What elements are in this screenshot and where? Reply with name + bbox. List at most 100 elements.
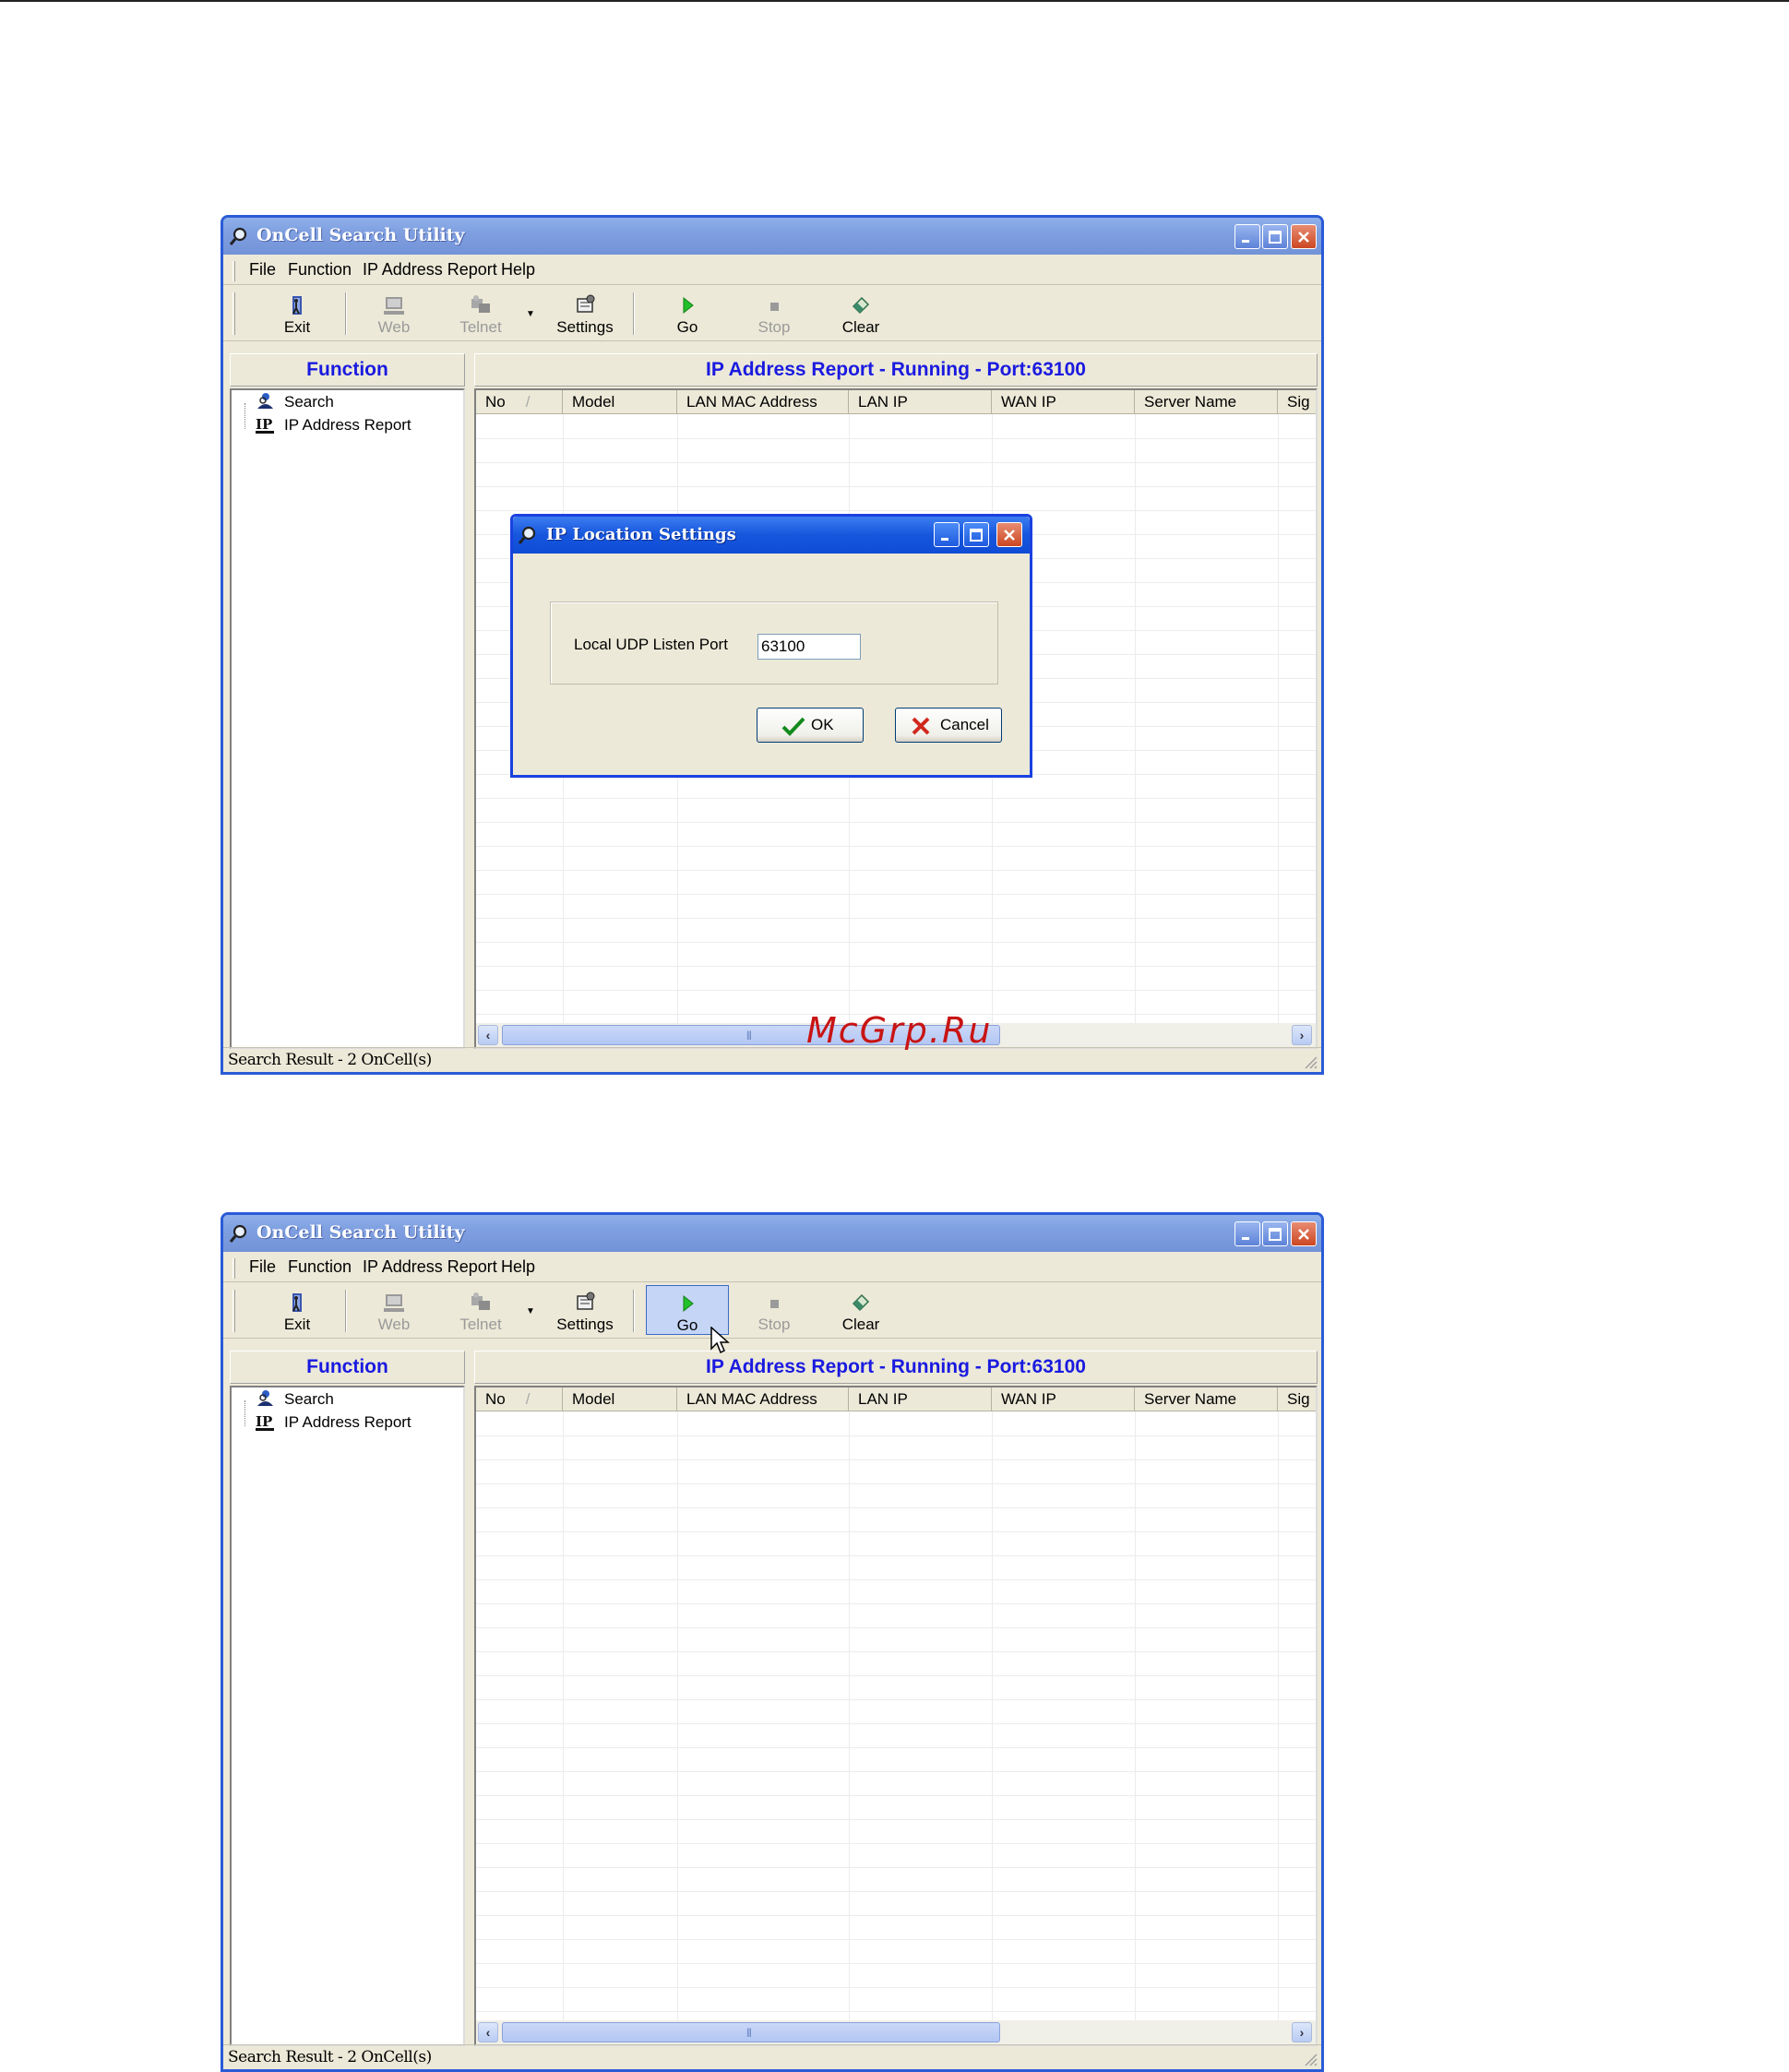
scroll-right-arrow-icon[interactable]: ›	[1292, 2022, 1312, 2042]
dialog-maximize-button[interactable]	[963, 522, 989, 547]
settings-icon	[577, 294, 595, 313]
telnet-icon	[471, 1292, 490, 1310]
watermark: McGrp.Ru	[806, 1010, 993, 1051]
minimize-button[interactable]	[1234, 1221, 1260, 1246]
scroll-left-arrow-icon[interactable]: ‹	[478, 1025, 498, 1045]
column-header-server-name[interactable]: Server Name	[1135, 390, 1278, 414]
maximize-button[interactable]	[1262, 224, 1288, 249]
go-button[interactable]: Go	[646, 288, 729, 338]
grid-row-line	[476, 1795, 1316, 1796]
telnet-button[interactable]: Telnet	[439, 1285, 522, 1335]
column-header-server-name[interactable]: Server Name	[1135, 1387, 1278, 1411]
ok-button[interactable]: OK	[757, 708, 864, 743]
dialog-close-button[interactable]	[996, 522, 1022, 547]
grid-row-line	[476, 1459, 1316, 1460]
mouse-cursor-icon	[710, 1327, 730, 1354]
title-bar[interactable]: OnCell Search Utility	[223, 1215, 1321, 1252]
grid-row-line	[476, 870, 1316, 871]
toolbar: Exit Web Telnet ▼ Settings Go Stop Clear	[223, 1282, 1321, 1339]
column-header-wan-ip[interactable]: WAN IP	[992, 390, 1135, 414]
tree-item-search-label: Search	[284, 393, 334, 411]
svg-text:IP: IP	[256, 416, 272, 433]
settings-button[interactable]: Settings	[543, 288, 626, 338]
telnet-icon	[471, 295, 490, 313]
web-label: Web	[377, 1316, 411, 1333]
column-label-sig: Sig	[1287, 393, 1310, 411]
column-header-lan-mac[interactable]: LAN MAC Address	[677, 1387, 849, 1411]
window-title: OnCell Search Utility	[256, 225, 465, 245]
close-button[interactable]	[1291, 224, 1317, 249]
status-bar: Search Result - 2 OnCell(s)	[223, 2044, 1321, 2069]
menu-ip-address-report[interactable]: IP Address Report	[363, 1257, 497, 1277]
grid-column-line	[1278, 414, 1279, 1023]
column-header-model[interactable]: Model	[563, 390, 677, 414]
settings-icon	[577, 1292, 595, 1310]
telnet-dropdown-arrow-icon[interactable]: ▼	[526, 309, 535, 319]
dialog-title-bar[interactable]: IP Location Settings	[513, 517, 1030, 554]
menu-ip-address-report[interactable]: IP Address Report	[363, 260, 497, 280]
column-header-wan-ip[interactable]: WAN IP	[992, 1387, 1135, 1411]
ip-icon: IP	[256, 1413, 274, 1431]
exit-label: Exit	[283, 1316, 311, 1333]
grid-row-line	[476, 846, 1316, 847]
column-header-lan-ip[interactable]: LAN IP	[849, 390, 992, 414]
column-header-no[interactable]: No /	[476, 1387, 563, 1411]
clear-button[interactable]: Clear	[819, 1285, 902, 1335]
function-panel-header: Function	[230, 353, 465, 387]
web-button[interactable]: Web	[352, 1285, 435, 1335]
resize-grip-icon[interactable]	[1303, 2052, 1318, 2066]
go-label: Go	[676, 318, 698, 336]
column-header-lan-ip[interactable]: LAN IP	[849, 1387, 992, 1411]
column-header-model[interactable]: Model	[563, 1387, 677, 1411]
clear-button[interactable]: Clear	[819, 288, 902, 338]
menu-grip	[233, 1258, 235, 1279]
menu-bar: File Function IP Address Report Help	[223, 1252, 1321, 1282]
column-label-sig: Sig	[1287, 1390, 1310, 1408]
search-magnifier-icon	[518, 526, 536, 544]
menu-function[interactable]: Function	[288, 1257, 352, 1277]
column-header-sig[interactable]: Sig	[1278, 390, 1316, 414]
clear-eraser-icon	[852, 296, 870, 315]
menu-help[interactable]: Help	[501, 260, 535, 280]
minimize-icon	[941, 538, 948, 541]
scroll-left-arrow-icon[interactable]: ‹	[478, 2022, 498, 2042]
exit-button[interactable]: Exit	[256, 288, 339, 338]
title-bar[interactable]: OnCell Search Utility	[223, 218, 1321, 255]
column-header-no[interactable]: No /	[476, 390, 563, 414]
telnet-button[interactable]: Telnet	[439, 288, 522, 338]
grid-row-line	[476, 918, 1316, 919]
minimize-button[interactable]	[1234, 224, 1260, 249]
telnet-dropdown-arrow-icon[interactable]: ▼	[526, 1306, 535, 1316]
exit-icon	[292, 1293, 302, 1312]
resize-grip-icon[interactable]	[1303, 1054, 1318, 1069]
column-header-lan-mac[interactable]: LAN MAC Address	[677, 390, 849, 414]
toolbar-separator	[633, 1290, 635, 1332]
main-window-2: OnCell Search Utility File Function IP A…	[221, 1212, 1324, 2072]
exit-button[interactable]: Exit	[256, 1285, 339, 1335]
menu-help[interactable]: Help	[501, 1257, 535, 1277]
scroll-right-arrow-icon[interactable]: ›	[1292, 1025, 1312, 1045]
web-button[interactable]: Web	[352, 288, 435, 338]
cancel-button[interactable]: Cancel	[895, 708, 1002, 743]
column-header-sig[interactable]: Sig	[1278, 1387, 1316, 1411]
maximize-button[interactable]	[1262, 1221, 1288, 1246]
grid-row-line	[476, 1915, 1316, 1916]
minimize-icon	[1242, 240, 1249, 243]
function-panel-header: Function	[230, 1351, 465, 1384]
go-play-icon	[683, 296, 694, 315]
close-icon	[1298, 232, 1309, 243]
close-button[interactable]	[1291, 1221, 1317, 1246]
menu-function[interactable]: Function	[288, 260, 352, 280]
horizontal-scrollbar[interactable]: ‹ ||| ›	[476, 2020, 1316, 2044]
stop-button[interactable]: Stop	[733, 1285, 816, 1335]
menu-file[interactable]: File	[249, 1257, 276, 1277]
scroll-thumb[interactable]: |||	[502, 2022, 1000, 2042]
dialog-minimize-button[interactable]	[934, 522, 960, 547]
maximize-icon	[1269, 231, 1282, 244]
settings-button[interactable]: Settings	[543, 1285, 626, 1335]
grid-column-line	[1135, 414, 1136, 1023]
stop-button[interactable]: Stop	[733, 288, 816, 338]
port-label: Local UDP Listen Port	[574, 636, 728, 653]
menu-file[interactable]: File	[249, 260, 276, 280]
udp-listen-port-input[interactable]	[757, 634, 861, 660]
